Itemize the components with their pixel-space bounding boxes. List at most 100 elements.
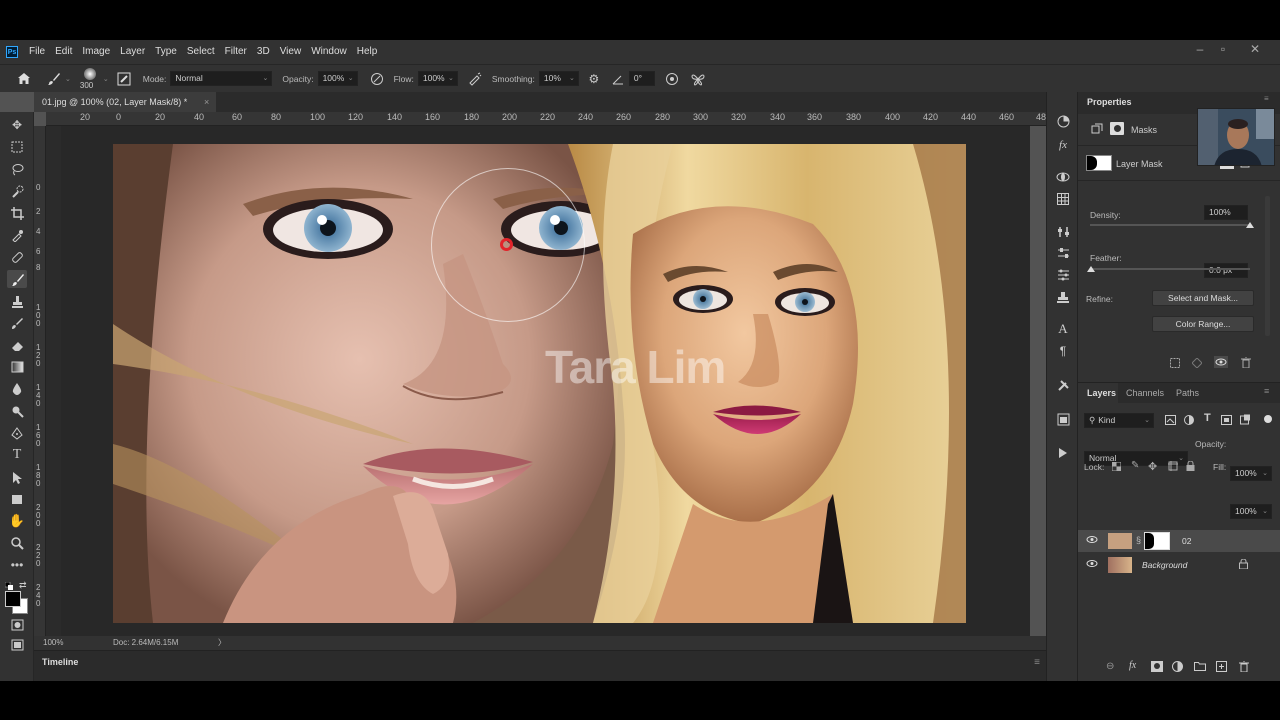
blur-tool-icon[interactable] xyxy=(7,380,27,398)
mode-select[interactable]: Normal ⌄ xyxy=(170,71,273,86)
layers-tab[interactable]: Layers xyxy=(1087,388,1116,398)
tool-presets-icon[interactable] xyxy=(1054,376,1072,394)
timeline-tab[interactable]: Timeline xyxy=(42,657,78,667)
link-layers-icon[interactable]: ⊖ xyxy=(1106,661,1114,672)
timeline-menu-icon[interactable]: ≡ xyxy=(1034,657,1040,668)
document-image[interactable]: Tara Lim xyxy=(113,144,966,623)
density-slider-thumb[interactable] xyxy=(1246,222,1254,228)
feather-slider-thumb[interactable] xyxy=(1087,266,1095,272)
density-input[interactable]: 100% xyxy=(1204,205,1248,220)
menu-layer[interactable]: Layer xyxy=(115,40,150,64)
menu-filter[interactable]: Filter xyxy=(220,40,252,64)
gradient-tool-icon[interactable] xyxy=(7,358,27,376)
brush-settings-panel-icon[interactable] xyxy=(115,70,133,88)
filter-toggle-icon[interactable] xyxy=(1264,415,1272,423)
menu-edit[interactable]: Edit xyxy=(50,40,77,64)
move-tool-icon[interactable]: ✥ xyxy=(7,116,27,134)
menu-image[interactable]: Image xyxy=(77,40,115,64)
layer-mask-thumbnail-02[interactable] xyxy=(1144,532,1170,550)
layer-visibility-eye-icon[interactable] xyxy=(1086,559,1098,569)
lock-position-icon[interactable]: ✥ xyxy=(1148,460,1157,473)
properties-menu-icon[interactable]: ≡ xyxy=(1264,94,1269,103)
layer-opacity-input[interactable]: 100% ⌄ xyxy=(1230,466,1272,481)
home-icon[interactable] xyxy=(15,70,33,88)
navigator-panel-icon[interactable] xyxy=(1054,410,1072,428)
pixel-mask-icon[interactable] xyxy=(1091,123,1103,135)
status-menu-arrow[interactable]: 〉 xyxy=(218,636,226,650)
zoom-tool-icon[interactable] xyxy=(7,534,27,552)
3d-panel-icon[interactable] xyxy=(1054,168,1072,186)
layer-kind-filter[interactable]: ⚲ Kind ⌄ xyxy=(1084,413,1154,428)
menu-select[interactable]: Select xyxy=(182,40,220,64)
filter-pixel-icon[interactable] xyxy=(1165,415,1176,425)
symmetry-butterfly-icon[interactable] xyxy=(689,70,707,88)
filter-type-icon[interactable]: T xyxy=(1204,412,1211,424)
channels-tab[interactable]: Channels xyxy=(1126,388,1164,398)
foreground-color-swatch[interactable] xyxy=(5,591,21,607)
properties-tab[interactable]: Properties xyxy=(1087,97,1132,107)
lasso-tool-icon[interactable] xyxy=(7,160,27,178)
new-layer-icon[interactable] xyxy=(1216,661,1227,672)
canvas-area[interactable]: Tara Lim xyxy=(46,126,1030,636)
menu-window[interactable]: Window xyxy=(306,40,352,64)
lock-pixels-icon[interactable]: ✎ xyxy=(1131,460,1139,471)
pressure-size-icon[interactable] xyxy=(663,70,681,88)
sliders-panel-icon[interactable] xyxy=(1054,244,1072,262)
feather-input[interactable]: 0.0 px xyxy=(1204,263,1248,278)
path-selection-tool-icon[interactable] xyxy=(7,468,27,486)
menu-3d[interactable]: 3D xyxy=(252,40,275,64)
apply-mask-icon[interactable] xyxy=(1191,357,1203,369)
crop-tool-icon[interactable] xyxy=(7,204,27,222)
layer-link-icon[interactable]: § xyxy=(1136,535,1141,545)
quick-selection-tool-icon[interactable] xyxy=(7,182,27,200)
maximize-icon[interactable]: ▫ xyxy=(1214,40,1232,58)
eyedropper-tool-icon[interactable] xyxy=(7,226,27,244)
marquee-tool-icon[interactable] xyxy=(7,138,27,156)
brush-tool-icon[interactable] xyxy=(45,70,63,88)
close-tab-icon[interactable]: × xyxy=(204,92,209,112)
history-panel-icon[interactable] xyxy=(1054,112,1072,130)
layer-row-02[interactable]: § 02 xyxy=(1078,530,1280,552)
new-adjustment-layer-icon[interactable] xyxy=(1172,661,1183,672)
paragraph-panel-icon[interactable]: ¶ xyxy=(1054,342,1072,360)
quick-mask-icon[interactable] xyxy=(7,616,27,634)
layer-style-fx-icon[interactable]: fx xyxy=(1129,660,1136,671)
brush-tool-active-icon[interactable] xyxy=(7,270,27,288)
layer-mask-thumbnail[interactable] xyxy=(1086,155,1112,171)
minimize-icon[interactable]: – xyxy=(1191,40,1209,58)
layer-name[interactable]: Background xyxy=(1142,560,1187,570)
smoothing-input[interactable]: 10% ⌄ xyxy=(538,71,579,86)
density-slider-track[interactable] xyxy=(1090,224,1250,226)
clone-source-icon[interactable] xyxy=(1054,288,1072,306)
menu-help[interactable]: Help xyxy=(352,40,383,64)
masks-icon[interactable] xyxy=(1110,122,1124,135)
flow-input[interactable]: 100% ⌄ xyxy=(417,71,458,86)
horizontal-ruler[interactable]: 20 0 20 40 60 80 100 120 140 160 180 200 220 240 260 28… xyxy=(46,112,1046,126)
angle-input[interactable]: 0° xyxy=(628,71,655,86)
swatches-grid-icon[interactable] xyxy=(1054,190,1072,208)
zoom-level[interactable]: 100% xyxy=(43,636,63,650)
document-tab[interactable]: 01.jpg @ 100% (02, Layer Mask/8) * × xyxy=(34,92,216,112)
rectangle-tool-icon[interactable] xyxy=(7,490,27,508)
layer-row-background[interactable]: Background xyxy=(1078,554,1280,576)
opacity-input[interactable]: 100% ⌄ xyxy=(317,71,358,86)
lock-all-icon[interactable] xyxy=(1186,460,1195,471)
dodge-tool-icon[interactable] xyxy=(7,402,27,420)
color-range-button[interactable]: Color Range... xyxy=(1152,316,1254,332)
layer-name[interactable]: 02 xyxy=(1182,536,1191,546)
filter-adjustment-icon[interactable] xyxy=(1184,415,1194,425)
eraser-tool-icon[interactable] xyxy=(7,336,27,354)
history-brush-tool-icon[interactable] xyxy=(7,314,27,332)
levels-panel-icon[interactable] xyxy=(1054,266,1072,284)
layer-visibility-eye-icon[interactable] xyxy=(1086,535,1098,545)
swap-colors-icon[interactable]: ⇄ xyxy=(19,580,27,591)
lock-transparent-icon[interactable] xyxy=(1111,461,1122,472)
brush-preset-picker[interactable]: 300 xyxy=(79,66,103,92)
load-selection-icon[interactable] xyxy=(1170,358,1180,368)
pen-tool-icon[interactable] xyxy=(7,424,27,442)
close-window-icon[interactable]: ✕ xyxy=(1246,40,1264,58)
screen-mode-icon[interactable] xyxy=(7,636,27,654)
more-tools-icon[interactable]: ••• xyxy=(7,556,27,574)
clone-stamp-tool-icon[interactable] xyxy=(7,292,27,310)
filter-shape-icon[interactable] xyxy=(1221,415,1232,425)
